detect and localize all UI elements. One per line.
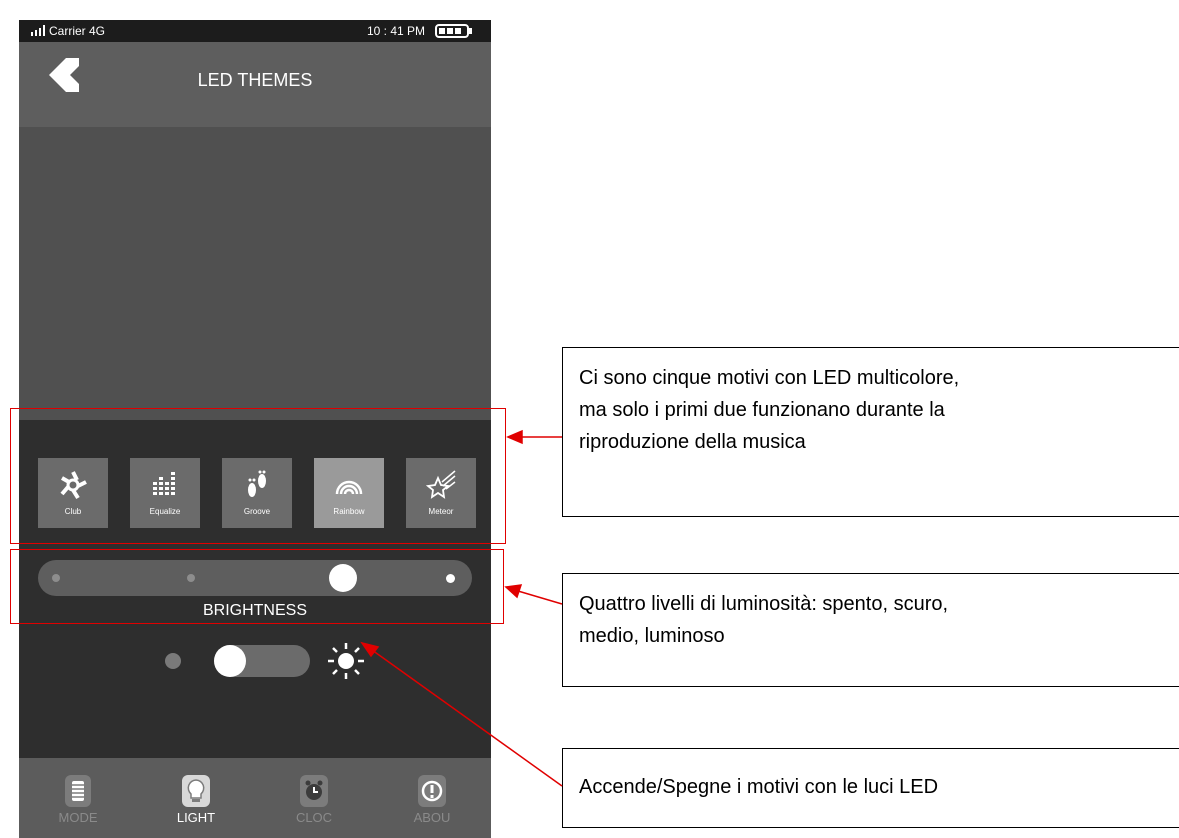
led-off-indicator <box>165 653 181 669</box>
brightness-arrow <box>517 590 563 605</box>
callout-line: Quattro livelli di luminosità: spento, s… <box>579 593 949 615</box>
tab-label: LIGHT <box>176 810 216 825</box>
brightness-callout: Quattro livelli di luminosità: spento, s… <box>562 573 1179 687</box>
about-icon <box>418 775 446 807</box>
page-title: LED THEMES <box>197 70 313 90</box>
light-bulb-icon <box>182 775 210 807</box>
carrier-label: Carrier 4G <box>49 24 106 38</box>
sun-icon <box>328 643 364 679</box>
status-bar: Carrier 4G 10 : 41 PM <box>19 20 491 42</box>
led-toggle-knob[interactable] <box>214 645 246 677</box>
clock-icon <box>300 775 328 807</box>
bottom-tab-bar: MODE LIGHT CLOC ABOU <box>19 758 491 838</box>
tab-label: ABOU <box>413 810 451 825</box>
led-toggle[interactable] <box>214 645 310 677</box>
themes-callout: Ci sono cinque motivi con LED multicolor… <box>562 347 1179 517</box>
signal-icon <box>31 25 45 36</box>
tab-light[interactable]: LIGHT <box>137 758 255 838</box>
callout-line: medio, luminoso <box>579 625 725 647</box>
tab-label: MODE <box>58 810 98 825</box>
themes-arrowhead <box>506 429 523 445</box>
clock-time: 10 : 41 PM <box>366 24 425 38</box>
themes-highlight-box <box>10 408 506 544</box>
brightness-highlight-box <box>10 549 504 624</box>
tab-mode[interactable]: MODE <box>19 758 137 838</box>
toggle-callout: Accende/Spegne i motivi con le luci LED <box>562 748 1179 828</box>
tab-label: CLOC <box>295 810 333 825</box>
callout-line: riproduzione della musica <box>579 431 806 453</box>
app-header: LED THEMES <box>19 42 491 127</box>
brightness-arrowhead <box>504 584 523 599</box>
callout-line: Accende/Spegne i motivi con le luci LED <box>579 776 939 798</box>
led-preview-area <box>19 127 491 420</box>
mode-icon <box>65 775 91 807</box>
callout-line: ma solo i primi due funzionano durante l… <box>579 399 945 421</box>
battery-icon <box>435 24 472 38</box>
tab-clock[interactable]: CLOC <box>255 758 373 838</box>
callout-line: Ci sono cinque motivi con LED multicolor… <box>579 367 960 389</box>
tab-about[interactable]: ABOU <box>373 758 491 838</box>
